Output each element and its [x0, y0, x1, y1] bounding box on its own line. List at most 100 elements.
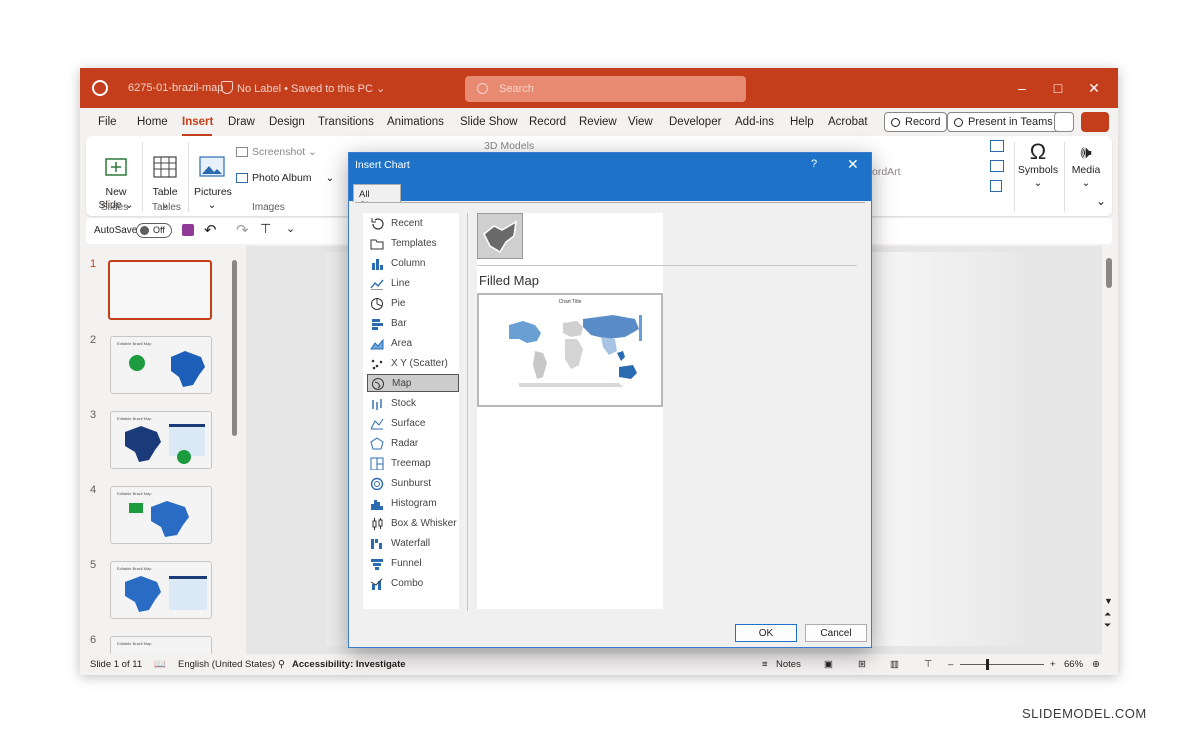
tab-review[interactable]: Review — [579, 116, 617, 128]
tab-transitions[interactable]: Transitions — [318, 116, 374, 128]
tab-developer[interactable]: Developer — [669, 116, 721, 128]
close-window-icon[interactable]: ✕ — [1084, 80, 1104, 97]
thumbnails-scrollbar[interactable] — [232, 260, 237, 436]
editor-scrollbar[interactable] — [1106, 258, 1112, 288]
chart-type-combo[interactable]: Combo — [367, 575, 459, 593]
slide-number-icon[interactable] — [990, 160, 1004, 172]
photo-album-button[interactable]: Photo Album ⌄ — [236, 172, 334, 185]
slide-thumbnail-1[interactable] — [108, 260, 212, 320]
slide-thumbnail-5[interactable]: Editable Brazil Map — [110, 561, 212, 619]
maximize-icon[interactable]: □ — [1048, 80, 1068, 96]
search-box[interactable]: Search — [465, 76, 746, 102]
previous-slide-icon[interactable]: ⏶ — [1104, 609, 1111, 620]
slide-counter: Slide 1 of 11 — [90, 659, 143, 670]
record-button[interactable]: Record — [884, 112, 948, 132]
next-slide-icon[interactable]: ⏷ — [1104, 620, 1111, 631]
chart-type-radar[interactable]: Radar — [367, 435, 459, 453]
media-button[interactable]: 🕪 Media ⌄ — [1068, 140, 1104, 190]
language-status[interactable]: English (United States) — [178, 659, 275, 670]
help-icon[interactable]: ? — [811, 158, 817, 170]
filled-map-subtype-button[interactable] — [477, 213, 523, 259]
scroll-down-icon[interactable]: ▼ — [1104, 596, 1113, 606]
slide-thumbnail-2[interactable]: Editable Brazil Map — [110, 336, 212, 394]
tab-view[interactable]: View — [628, 116, 653, 128]
chart-type-recent[interactable]: Recent — [367, 215, 459, 233]
chart-type-label: Sunburst — [391, 478, 432, 489]
chart-type-area[interactable]: Area — [367, 335, 459, 353]
zoom-level[interactable]: 66% — [1064, 659, 1083, 670]
collapse-ribbon-icon[interactable]: ⌄ — [1096, 194, 1106, 208]
thumbnail-caption: Editable Brazil Map — [117, 641, 152, 646]
filled-map-preview[interactable]: Chart Title — [477, 293, 663, 407]
comments-icon[interactable] — [1054, 112, 1074, 132]
chart-type-stock[interactable]: Stock — [367, 395, 459, 413]
minimize-icon[interactable]: – — [1012, 80, 1032, 96]
file-name[interactable]: 6275-01-brazil-map — [128, 82, 223, 94]
chart-type-waterfall[interactable]: Waterfall — [367, 535, 459, 553]
date-time-icon[interactable] — [990, 140, 1004, 152]
fit-to-window-icon[interactable]: ⊕ — [1092, 659, 1100, 670]
wordart-button[interactable]: ordArt — [872, 166, 901, 179]
customize-qat-icon[interactable]: ⌄ — [286, 222, 295, 235]
zoom-slider[interactable] — [960, 664, 1044, 665]
tab-design[interactable]: Design — [269, 116, 305, 128]
waterfall-icon — [371, 539, 382, 549]
normal-view-icon[interactable]: ▣ — [824, 659, 833, 670]
chart-type-templates[interactable]: Templates — [367, 235, 459, 253]
zoom-out-icon[interactable]: – — [948, 659, 953, 670]
screenshot-button[interactable]: Screenshot ⌄ — [236, 146, 317, 159]
slide-thumbnail-4[interactable]: Editable Brazil Map — [110, 486, 212, 544]
chart-type-map[interactable]: Map — [367, 374, 459, 392]
tab-draw[interactable]: Draw — [228, 116, 255, 128]
slide-show-icon[interactable]: ⊤ — [924, 659, 932, 670]
zoom-slider-handle[interactable] — [986, 659, 989, 670]
chart-type-pie[interactable]: Pie — [367, 295, 459, 313]
share-icon[interactable] — [1081, 112, 1109, 132]
status-bar: Slide 1 of 11 📖 English (United States) … — [80, 654, 1118, 675]
chart-type-line[interactable]: Line — [367, 275, 459, 293]
tab-add-ins[interactable]: Add-ins — [735, 116, 774, 128]
tab-record[interactable]: Record — [529, 116, 566, 128]
record-icon — [891, 118, 900, 127]
object-icon[interactable] — [990, 180, 1002, 192]
spelling-icon[interactable]: 📖 — [154, 659, 166, 670]
symbols-button[interactable]: Ω Symbols ⌄ — [1016, 140, 1060, 190]
redo-icon[interactable]: ↷ — [236, 221, 249, 239]
chart-type-histogram[interactable]: Histogram — [367, 495, 459, 513]
tab-slide-show[interactable]: Slide Show — [460, 116, 518, 128]
chart-type-column[interactable]: Column — [367, 255, 459, 273]
zoom-in-icon[interactable]: + — [1050, 659, 1056, 670]
autosave-state: Off — [153, 225, 165, 235]
chart-type-box-whisker[interactable]: Box & Whisker — [367, 515, 459, 533]
chart-type-funnel[interactable]: Funnel — [367, 555, 459, 573]
tab-help[interactable]: Help — [790, 116, 814, 128]
screenshot-icon — [236, 147, 248, 158]
reading-view-icon[interactable]: ▥ — [890, 659, 899, 670]
tab-home[interactable]: Home — [137, 116, 168, 128]
accessibility-status[interactable]: Accessibility: Investigate — [292, 659, 406, 670]
chart-type-scatter[interactable]: X Y (Scatter) — [367, 355, 459, 373]
cancel-button[interactable]: Cancel — [805, 624, 867, 642]
autosave-toggle[interactable]: Off — [136, 223, 172, 238]
slide-thumbnail-3[interactable]: Editable Brazil Map — [110, 411, 212, 469]
chart-type-treemap[interactable]: Treemap — [367, 455, 459, 473]
tab-file[interactable]: File — [98, 116, 117, 128]
save-status[interactable]: No Label • Saved to this PC ⌄ — [237, 82, 385, 95]
ok-button[interactable]: OK — [735, 624, 797, 642]
present-in-teams-button[interactable]: Present in Teams — [947, 112, 1060, 132]
tab-all-charts[interactable]: All Charts — [353, 184, 401, 211]
undo-icon[interactable]: ↶ — [204, 221, 217, 239]
tab-acrobat[interactable]: Acrobat — [828, 116, 868, 128]
tab-animations[interactable]: Animations — [387, 116, 444, 128]
present-icon[interactable]: ⊤ — [260, 221, 271, 237]
tab-insert[interactable]: Insert — [182, 116, 213, 128]
shield-icon — [221, 81, 233, 94]
notes-button[interactable]: Notes — [776, 659, 801, 670]
slide-sorter-icon[interactable]: ⊞ — [858, 659, 866, 670]
close-icon[interactable]: ✕ — [847, 156, 859, 173]
chart-type-sunburst[interactable]: Sunburst — [367, 475, 459, 493]
pictures-button[interactable]: Pictures ⌄ — [194, 142, 232, 212]
chart-type-bar[interactable]: Bar — [367, 315, 459, 333]
save-icon[interactable] — [182, 224, 194, 236]
chart-type-surface[interactable]: Surface — [367, 415, 459, 433]
